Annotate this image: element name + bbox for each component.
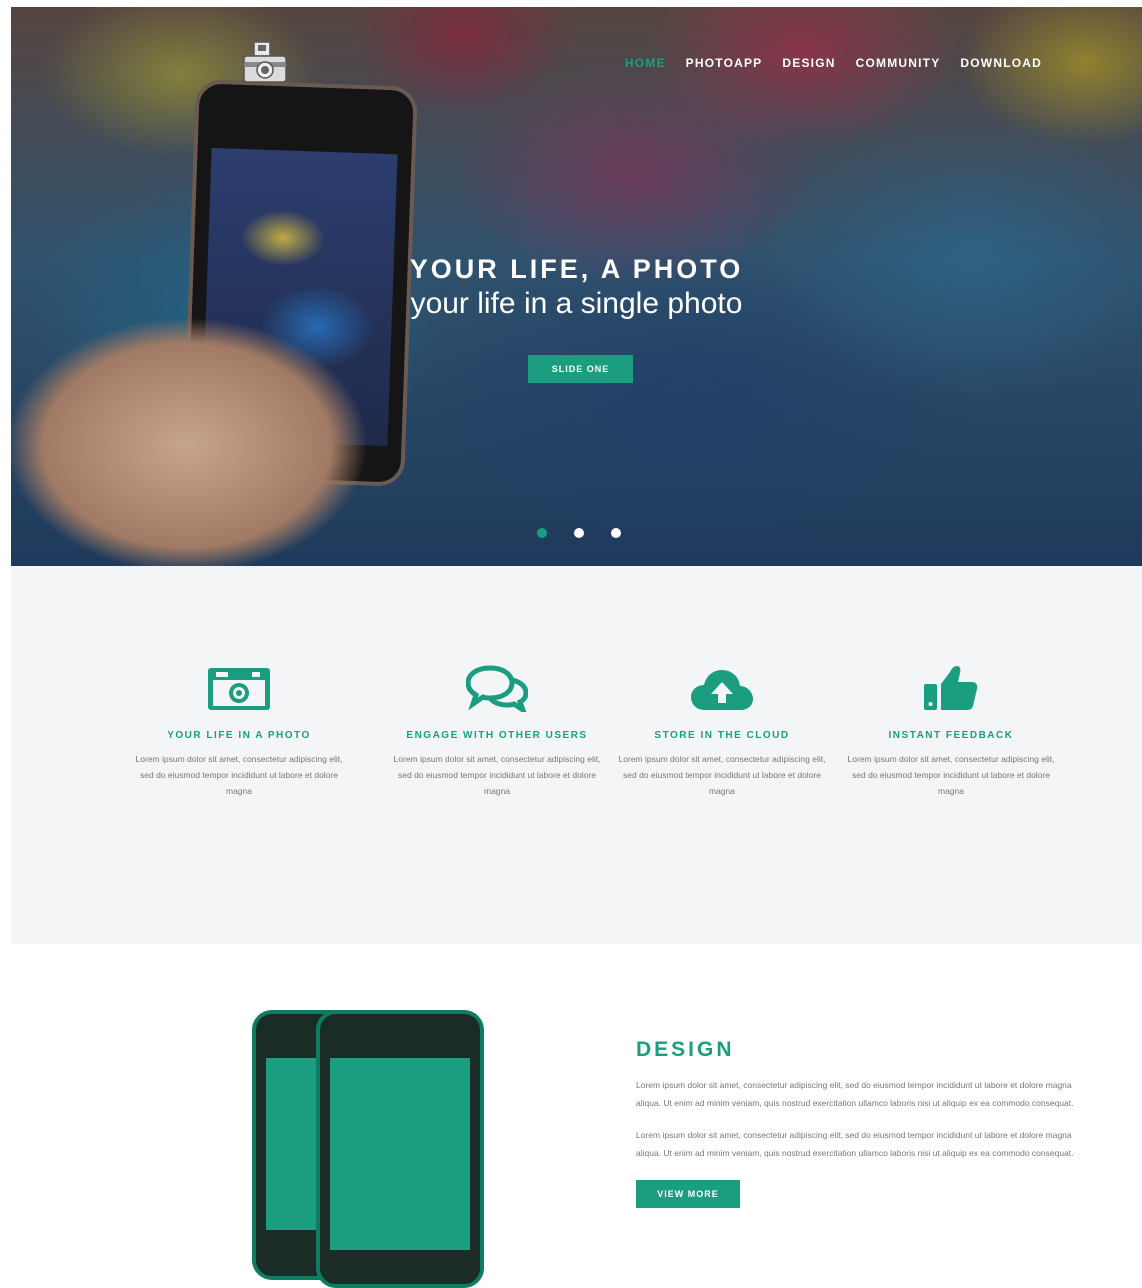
hero-hand-image [11, 297, 451, 566]
nav-item-community[interactable]: COMMUNITY [856, 56, 941, 70]
phone-front-image [316, 1010, 484, 1288]
cloud-upload-icon [608, 660, 836, 712]
view-more-button[interactable]: VIEW MORE [636, 1180, 740, 1208]
hero-subtitle: your life in a single photo [410, 287, 743, 320]
nav-item-photoapp[interactable]: PHOTOAPP [686, 56, 763, 70]
nav-item-download[interactable]: DOWNLOAD [960, 56, 1042, 70]
nav-item-design[interactable]: DESIGN [782, 56, 835, 70]
main-nav: HOME PHOTOAPP DESIGN COMMUNITY DOWNLOAD [625, 56, 1042, 70]
design-section: DESIGN Lorem ipsum dolor sit amet, conse… [636, 1038, 1081, 1208]
slider-dot-2[interactable] [574, 528, 584, 538]
slider-dot-3[interactable] [611, 528, 621, 538]
feature-title: YOUR LIFE IN A PHOTO [167, 730, 311, 741]
feature-title: ENGAGE WITH OTHER USERS [406, 730, 588, 741]
feature-card: ENGAGE WITH OTHER USERS Lorem ipsum dolo… [383, 660, 611, 799]
design-paragraph: Lorem ipsum dolor sit amet, consectetur … [636, 1130, 1074, 1158]
feature-text: Lorem ipsum dolor sit amet, consectetur … [393, 754, 601, 796]
feature-text: Lorem ipsum dolor sit amet, consectetur … [847, 754, 1055, 796]
hero-cta-button[interactable]: SLIDE ONE [528, 355, 633, 383]
design-title: DESIGN [636, 1038, 735, 1061]
design-paragraph: Lorem ipsum dolor sit amet, consectetur … [636, 1080, 1074, 1108]
hero-title: YOUR LIFE, A PHOTO [409, 254, 744, 284]
design-phones-image [248, 1010, 488, 1288]
features-section: YOUR LIFE IN A PHOTO Lorem ipsum dolor s… [11, 566, 1142, 944]
feature-text: Lorem ipsum dolor sit amet, consectetur … [135, 754, 343, 796]
feature-text: Lorem ipsum dolor sit amet, consectetur … [618, 754, 826, 796]
slider-dots [537, 528, 621, 538]
feature-card: STORE IN THE CLOUD Lorem ipsum dolor sit… [608, 660, 836, 799]
feature-title: INSTANT FEEDBACK [888, 730, 1014, 741]
slider-dot-1[interactable] [537, 528, 547, 538]
nav-item-home[interactable]: HOME [625, 56, 666, 70]
chat-icon [383, 660, 611, 712]
feature-title: STORE IN THE CLOUD [654, 730, 790, 741]
camera-icon [125, 660, 353, 712]
camera-logo-icon[interactable] [240, 40, 290, 86]
thumbs-up-icon [837, 660, 1065, 712]
feature-card: YOUR LIFE IN A PHOTO Lorem ipsum dolor s… [125, 660, 353, 799]
hero-text: YOUR LIFE, A PHOTO your life in a single… [11, 254, 1142, 321]
feature-card: INSTANT FEEDBACK Lorem ipsum dolor sit a… [837, 660, 1065, 799]
